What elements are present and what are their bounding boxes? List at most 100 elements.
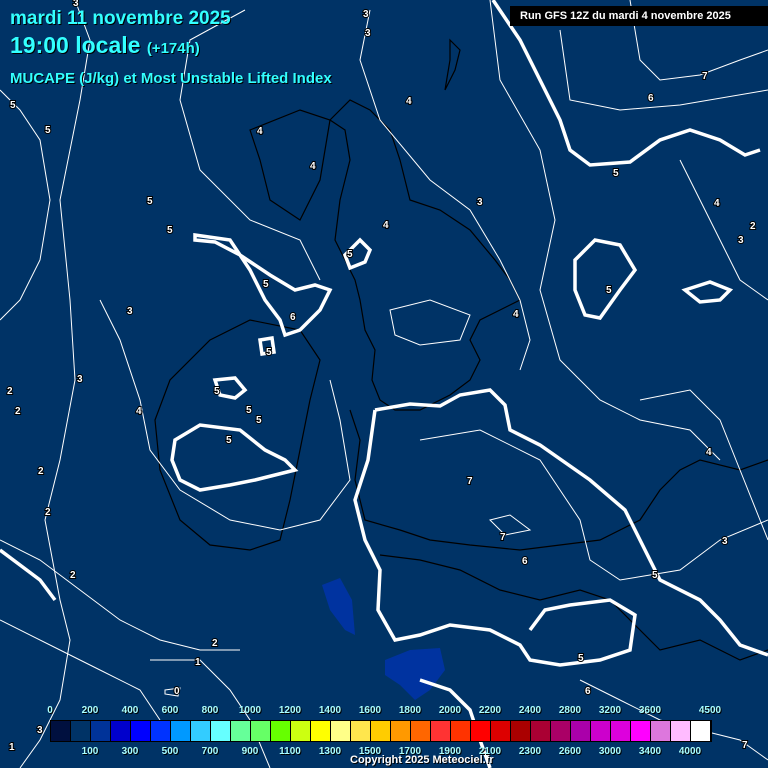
scale-label-top: 2400 bbox=[518, 705, 542, 716]
scale-swatch bbox=[611, 721, 631, 741]
map-canvas: 3337654445523455536543555555422223477654… bbox=[0, 0, 768, 768]
scale-label-bottom: 1300 bbox=[318, 746, 342, 757]
weather-map: 3337654445523455536543555555422223477654… bbox=[0, 0, 768, 768]
coastline-continent bbox=[349, 409, 768, 551]
scale-swatch bbox=[251, 721, 271, 741]
scale-label-top: 400 bbox=[121, 705, 139, 716]
scale-swatch bbox=[411, 721, 431, 741]
scale-swatch bbox=[511, 721, 531, 741]
contour-label: 2 bbox=[212, 638, 218, 649]
contour-label: 4 bbox=[513, 309, 519, 320]
contour-label: 3 bbox=[722, 536, 728, 547]
scale-swatch bbox=[571, 721, 591, 741]
contour-label: 5 bbox=[45, 125, 51, 136]
scale-label-bottom: 2300 bbox=[518, 746, 542, 757]
coastline-shetland bbox=[444, 38, 461, 91]
contour-label: 4 bbox=[257, 126, 263, 137]
scale-swatch bbox=[171, 721, 191, 741]
contour-label: 4 bbox=[383, 220, 389, 231]
scale-label-bottom: 100 bbox=[81, 746, 99, 757]
scale-swatch bbox=[631, 721, 651, 741]
contour-label: 7 bbox=[702, 71, 708, 82]
contour-label: 7 bbox=[467, 476, 473, 487]
thick-contour bbox=[0, 548, 57, 602]
color-scale bbox=[50, 720, 712, 742]
scale-swatch bbox=[71, 721, 91, 741]
contour-label: 3 bbox=[365, 28, 371, 39]
cape-area bbox=[385, 648, 445, 700]
scale-swatch bbox=[211, 721, 231, 741]
coastline-ireland bbox=[154, 319, 321, 551]
scale-label-bottom: 3400 bbox=[638, 746, 662, 757]
contour-label: 5 bbox=[266, 347, 272, 358]
contour-label: 5 bbox=[147, 196, 153, 207]
contour-label: 2 bbox=[7, 386, 13, 397]
contour-label: 2 bbox=[15, 406, 21, 417]
scale-label-top: 1600 bbox=[358, 705, 382, 716]
contour-label: 5 bbox=[578, 653, 584, 664]
contour-label: 2 bbox=[38, 466, 44, 477]
contour-label: 3 bbox=[738, 235, 744, 246]
scale-label-bottom: 900 bbox=[241, 746, 259, 757]
contour-line bbox=[419, 429, 768, 581]
scale-swatch bbox=[151, 721, 171, 741]
scale-label-top: 1200 bbox=[278, 705, 302, 716]
scale-swatch bbox=[91, 721, 111, 741]
scale-swatch bbox=[231, 721, 251, 741]
contour-label: 5 bbox=[613, 168, 619, 179]
contour-line bbox=[389, 299, 471, 346]
scale-swatch bbox=[131, 721, 151, 741]
scale-swatch bbox=[691, 721, 711, 741]
scale-label-bottom: 4000 bbox=[678, 746, 702, 757]
scale-label-top: 2800 bbox=[558, 705, 582, 716]
contour-label: 5 bbox=[263, 279, 269, 290]
scale-label-bottom: 2600 bbox=[558, 746, 582, 757]
contour-label: 4 bbox=[310, 161, 316, 172]
contour-label: 6 bbox=[648, 93, 654, 104]
contour-line bbox=[0, 89, 51, 321]
scale-swatch bbox=[111, 721, 131, 741]
contour-label: 5 bbox=[347, 249, 353, 260]
thick-contour bbox=[573, 238, 638, 320]
contour-label: 2 bbox=[750, 221, 756, 232]
contour-label: 2 bbox=[70, 570, 76, 581]
contour-label: 4 bbox=[714, 198, 720, 209]
scale-label-top: 200 bbox=[81, 705, 99, 716]
contour-label: 0 bbox=[174, 686, 180, 697]
scale-swatch bbox=[291, 721, 311, 741]
thick-contour bbox=[374, 388, 768, 657]
thick-contour bbox=[170, 423, 299, 492]
contour-line bbox=[0, 539, 240, 651]
thin-contours bbox=[0, 0, 768, 768]
scale-label-top: 1800 bbox=[398, 705, 422, 716]
contour-label: 5 bbox=[167, 225, 173, 236]
scale-swatch bbox=[531, 721, 551, 741]
contour-label: 4 bbox=[706, 447, 712, 458]
forecast-date: mardi 11 novembre 2025 bbox=[10, 8, 231, 29]
contour-label: 5 bbox=[214, 386, 220, 397]
lead-time: (+174h) bbox=[146, 40, 200, 57]
contour-line bbox=[639, 389, 768, 541]
contour-label: 3 bbox=[77, 374, 83, 385]
scale-label-top: 600 bbox=[161, 705, 179, 716]
scale-label-bottom: 700 bbox=[201, 746, 219, 757]
scale-label-bottom: 1100 bbox=[279, 746, 301, 757]
forecast-time: 19:00 locale (+174h) bbox=[10, 32, 200, 59]
scale-label-bottom: 3000 bbox=[598, 746, 622, 757]
scale-swatch bbox=[311, 721, 331, 741]
contour-label: 2 bbox=[45, 507, 51, 518]
scale-swatch bbox=[491, 721, 511, 741]
scale-label-bottom: 300 bbox=[121, 746, 139, 757]
contour-label: 3 bbox=[477, 197, 483, 208]
scale-swatch bbox=[271, 721, 291, 741]
scale-label-top: 3200 bbox=[598, 705, 622, 716]
thick-contour bbox=[681, 280, 734, 304]
contour-label: 6 bbox=[585, 686, 591, 697]
scale-label-top: 3600 bbox=[638, 705, 662, 716]
contour-label: 5 bbox=[652, 570, 658, 581]
scale-label-top: 2200 bbox=[478, 705, 502, 716]
scale-swatch bbox=[671, 721, 691, 741]
contour-label: 1 bbox=[195, 657, 201, 668]
scale-swatch bbox=[551, 721, 571, 741]
contour-line bbox=[359, 9, 531, 371]
